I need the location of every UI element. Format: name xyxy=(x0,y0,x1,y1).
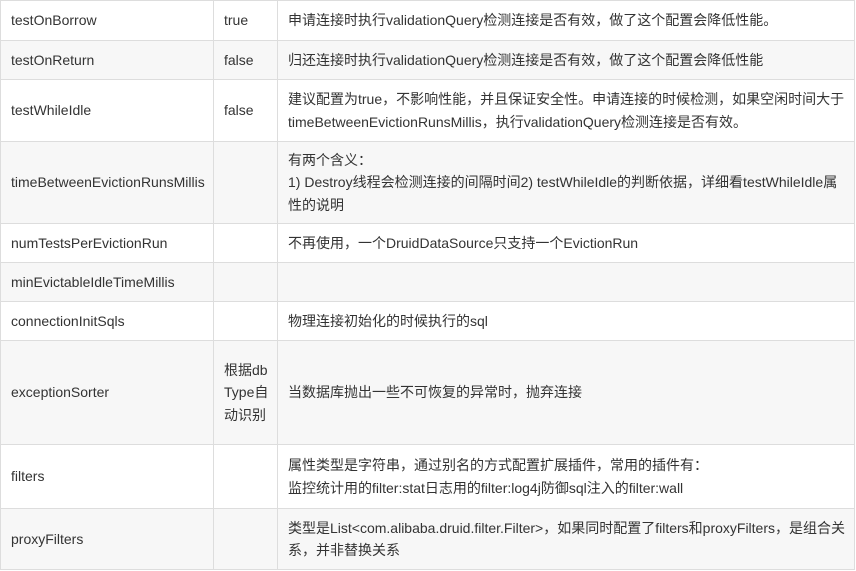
description-cell: 建议配置为true，不影响性能，并且保证安全性。申请连接的时候检测，如果空闲时间… xyxy=(277,79,855,142)
description-line: 监控统计用的filter:stat日志用的filter:log4j防御sql注入… xyxy=(288,479,684,496)
table-row: timeBetweenEvictionRunsMillis 有两个含义： 1) … xyxy=(0,141,855,224)
table-row: testWhileIdle false 建议配置为true，不影响性能，并且保证… xyxy=(0,79,855,142)
default-value-cell xyxy=(213,262,278,302)
description-line: 不再使用，一个DruidDataSource只支持一个EvictionRun xyxy=(288,234,639,251)
description-line: 申请连接时执行validationQuery检测连接是否有效，做了这个配置会降低… xyxy=(288,12,778,29)
property-name-cell: testWhileIdle xyxy=(0,79,214,142)
table-row: proxyFilters 类型是List<com.alibaba.druid.f… xyxy=(0,508,855,570)
property-name-cell: minEvictableIdleTimeMillis xyxy=(0,262,214,302)
description-line: 类型是List<com.alibaba.druid.filter.Filter>… xyxy=(288,519,846,559)
table-row: exceptionSorter 根据dbType自动识别 当数据库抛出一些不可恢… xyxy=(0,340,855,445)
property-name-cell: numTestsPerEvictionRun xyxy=(0,223,214,263)
property-name-cell: connectionInitSqls xyxy=(0,301,214,341)
default-value-cell xyxy=(213,141,278,224)
table-row: numTestsPerEvictionRun 不再使用，一个DruidDataS… xyxy=(0,223,855,263)
default-value-cell xyxy=(213,444,278,509)
description-cell: 归还连接时执行validationQuery检测连接是否有效，做了这个配置会降低… xyxy=(277,40,855,80)
default-value-cell: 根据dbType自动识别 xyxy=(213,340,278,445)
description-cell: 类型是List<com.alibaba.druid.filter.Filter>… xyxy=(277,508,855,570)
table-row: minEvictableIdleTimeMillis xyxy=(0,262,855,302)
default-value-cell xyxy=(213,301,278,341)
description-line: 归还连接时执行validationQuery检测连接是否有效，做了这个配置会降低… xyxy=(288,51,764,68)
config-table: testOnBorrow true 申请连接时执行validationQuery… xyxy=(0,0,855,570)
default-value-cell: false xyxy=(213,40,278,80)
property-name-cell: testOnReturn xyxy=(0,40,214,80)
default-value-cell: false xyxy=(213,79,278,142)
description-line: 有两个含义： xyxy=(288,151,372,168)
property-name-cell: exceptionSorter xyxy=(0,340,214,445)
table-row: connectionInitSqls 物理连接初始化的时候执行的sql xyxy=(0,301,855,341)
default-value-cell xyxy=(213,223,278,263)
property-name-cell: filters xyxy=(0,444,214,509)
default-value-cell: true xyxy=(213,0,278,41)
description-cell: 有两个含义： 1) Destroy线程会检测连接的间隔时间2) testWhil… xyxy=(277,141,855,224)
description-cell: 不再使用，一个DruidDataSource只支持一个EvictionRun xyxy=(277,223,855,263)
description-cell: 属性类型是字符串，通过别名的方式配置扩展插件，常用的插件有： 监控统计用的fil… xyxy=(277,444,855,509)
description-line: 1) Destroy线程会检测连接的间隔时间2) testWhileIdle的判… xyxy=(288,174,838,213)
description-cell: 当数据库抛出一些不可恢复的异常时，抛弃连接 xyxy=(277,340,855,445)
description-line: 建议配置为true，不影响性能，并且保证安全性。申请连接的时候检测，如果空闲时间… xyxy=(288,91,845,130)
description-line: 属性类型是字符串，通过别名的方式配置扩展插件，常用的插件有： xyxy=(288,457,708,473)
description-line: 物理连接初始化的时候执行的sql xyxy=(288,312,488,329)
description-cell xyxy=(277,262,855,302)
table-row: testOnReturn false 归还连接时执行validationQuer… xyxy=(0,40,855,80)
table-row: testOnBorrow true 申请连接时执行validationQuery… xyxy=(0,0,855,41)
description-line: 当数据库抛出一些不可恢复的异常时，抛弃连接 xyxy=(288,384,582,401)
property-name-cell: testOnBorrow xyxy=(0,0,214,41)
property-name-cell: proxyFilters xyxy=(0,508,214,570)
description-cell: 物理连接初始化的时候执行的sql xyxy=(277,301,855,341)
table-row: filters 属性类型是字符串，通过别名的方式配置扩展插件，常用的插件有： 监… xyxy=(0,444,855,509)
property-name-cell: timeBetweenEvictionRunsMillis xyxy=(0,141,214,224)
description-cell: 申请连接时执行validationQuery检测连接是否有效，做了这个配置会降低… xyxy=(277,0,855,41)
default-value-cell xyxy=(213,508,278,570)
